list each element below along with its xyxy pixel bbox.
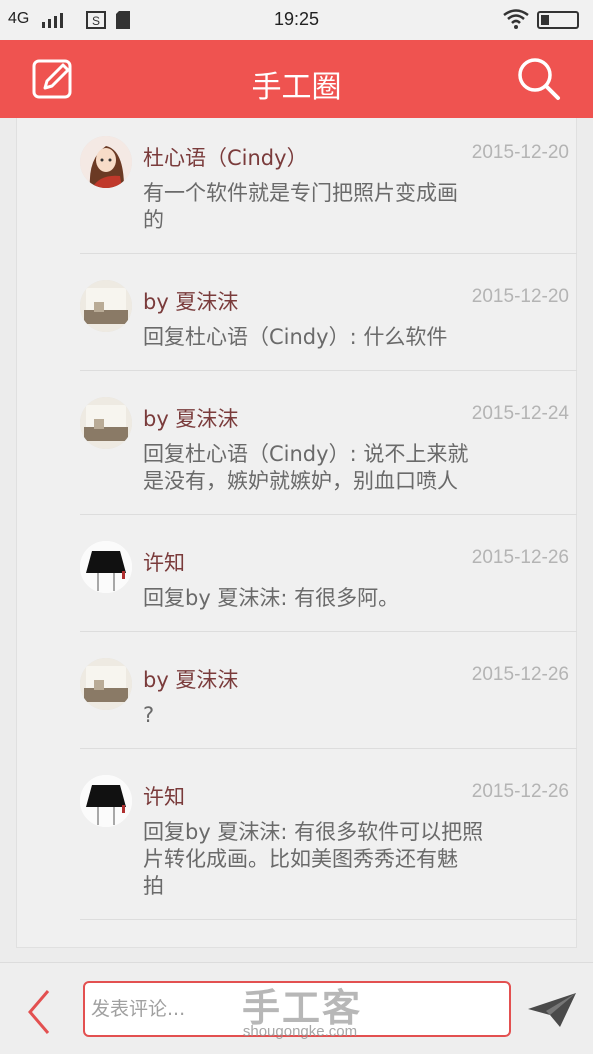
comment-author[interactable]: 许知 (143, 781, 185, 811)
comment-date: 2015-12-26 (471, 664, 569, 685)
page-title: 手工圈 (251, 70, 342, 105)
send-button[interactable] (526, 989, 578, 1029)
comment-item[interactable]: 许知 2015-12-26 回复by 夏沫沫: 有很多阿。 (80, 515, 577, 632)
comment-author[interactable]: by 夏沫沫 (143, 286, 238, 316)
comment-date: 2015-12-26 (471, 547, 569, 568)
comment-date: 2015-12-20 (471, 142, 569, 163)
comment-text: 有一个软件就是专门把照片变成画 的 (143, 181, 458, 232)
comment-input[interactable] (83, 981, 511, 1037)
comment-item[interactable]: by 夏沫沫 2015-12-24 回复杜心语（Cindy）: 说不上来就 是没… (80, 371, 577, 515)
avatar[interactable] (80, 658, 132, 710)
avatar[interactable] (80, 280, 132, 332)
avatar[interactable] (80, 136, 132, 188)
comment-date: 2015-12-20 (471, 286, 569, 307)
comment-item[interactable]: by 夏沫沫 2015-12-26 ? (80, 632, 577, 749)
comment-item[interactable]: 许知 2015-12-26 回复by 夏沫沫: 有很多软件可以把照 片转化成画。… (80, 749, 577, 920)
status-bar: 4G S 19:25 (0, 0, 593, 40)
comment-author[interactable]: by 夏沫沫 (143, 403, 238, 433)
search-icon (518, 58, 560, 100)
comment-text: ? (143, 703, 155, 727)
comments-list: 杜心语（Cindy） 2015-12-20 有一个软件就是专门把照片变成画 的 … (16, 118, 577, 948)
comment-text: 回复by 夏沫沫: 有很多软件可以把照 片转化成画。比如美图秀秀还有魅 拍 (143, 820, 484, 898)
avatar[interactable] (80, 541, 132, 593)
app-header: 手工圈 (0, 40, 593, 118)
avatar[interactable] (80, 775, 132, 827)
comment-text: 回复杜心语（Cindy）: 说不上来就 是没有，嫉妒就嫉妒，别血口喷人 (143, 442, 469, 493)
wifi-icon (503, 9, 529, 29)
comment-author[interactable]: 许知 (143, 547, 185, 577)
send-icon (528, 993, 576, 1027)
search-button[interactable] (514, 54, 564, 104)
comment-text: 回复by 夏沫沫: 有很多阿。 (143, 586, 400, 610)
comment-text: 回复杜心语（Cindy）: 什么软件 (143, 325, 448, 349)
comment-author[interactable]: 杜心语（Cindy） (143, 142, 308, 172)
back-button[interactable] (22, 987, 56, 1037)
comment-date: 2015-12-24 (471, 403, 569, 424)
comment-item[interactable]: 杜心语（Cindy） 2015-12-20 有一个软件就是专门把照片变成画 的 (80, 136, 577, 254)
comment-author[interactable]: by 夏沫沫 (143, 664, 238, 694)
comment-date: 2015-12-26 (471, 781, 569, 802)
comment-item[interactable]: by 夏沫沫 2015-12-20 回复杜心语（Cindy）: 什么软件 (80, 254, 577, 371)
back-arrow-icon (28, 990, 50, 1034)
comment-composer: 手工客 shougongke.com (0, 962, 593, 1054)
avatar[interactable] (80, 397, 132, 449)
battery-icon (537, 11, 579, 29)
